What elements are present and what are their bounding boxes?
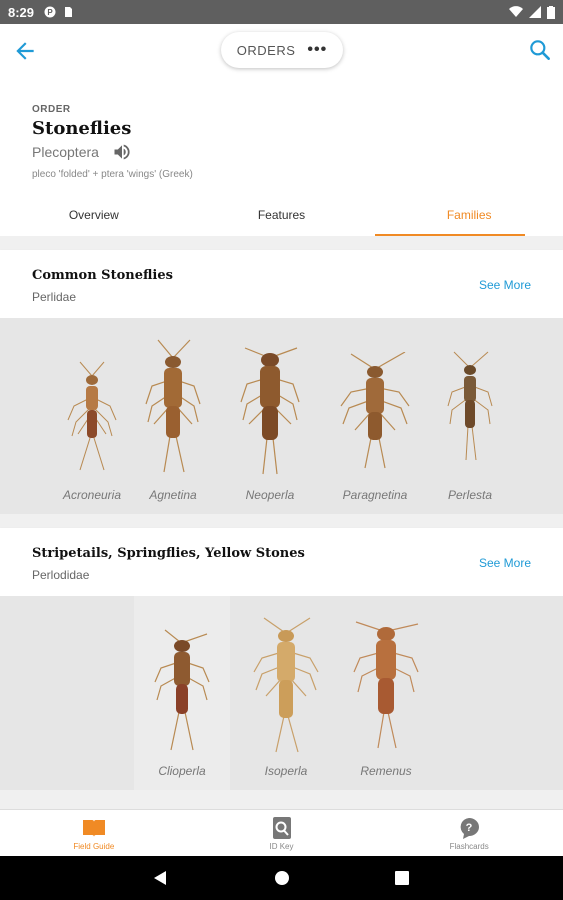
nav-label: Flashcards — [449, 842, 489, 851]
svg-text:?: ? — [466, 822, 473, 834]
status-bar: 8:29 P — [0, 0, 563, 24]
order-scientific-name: Plecoptera — [32, 144, 99, 160]
id-key-icon — [272, 817, 291, 839]
genus-card[interactable]: Remenus — [340, 596, 432, 790]
system-navigation-bar — [0, 856, 563, 900]
system-back-icon[interactable] — [152, 870, 168, 886]
tab-bar: Overview Features Families — [0, 194, 563, 236]
back-arrow-icon[interactable] — [12, 38, 38, 64]
system-recents-icon[interactable] — [394, 870, 410, 886]
nav-field-guide[interactable]: Field Guide — [0, 810, 188, 856]
genus-card[interactable]: Perlesta — [430, 318, 510, 514]
genus-card[interactable]: Neoperla — [228, 318, 312, 514]
genus-card[interactable]: Clioperla — [134, 596, 230, 790]
family-header-perlodidae[interactable]: Stripetails, Springflies, Yellow Stones … — [0, 528, 563, 596]
svg-text:P: P — [47, 8, 53, 17]
section-divider — [0, 514, 563, 528]
genus-name: Paragnetina — [342, 488, 408, 502]
genus-name: Clioperla — [158, 764, 206, 778]
see-more-button[interactable]: See More — [479, 278, 531, 292]
family-title: Common Stoneflies — [32, 268, 173, 283]
book-icon — [82, 820, 105, 837]
tab-families[interactable]: Families — [375, 194, 563, 236]
speaker-icon[interactable] — [112, 142, 132, 162]
genus-card[interactable]: Paragnetina — [330, 318, 420, 514]
genus-name: Remenus — [360, 764, 412, 778]
genus-name: Acroneuria — [62, 488, 122, 502]
nav-label: ID Key — [269, 842, 294, 851]
stonefly-image — [447, 351, 493, 461]
order-header: ORDER Stoneflies Plecoptera pleco 'folde… — [0, 78, 563, 236]
nav-flashcards[interactable]: ? Flashcards — [375, 810, 563, 856]
bottom-navigation: Field Guide ID Key ? Flashcards — [0, 809, 563, 856]
search-icon[interactable] — [527, 37, 553, 63]
more-dots-icon: ••• — [307, 41, 328, 58]
genus-card[interactable]: Isoperla — [238, 596, 334, 790]
section-divider — [0, 790, 563, 809]
genus-name: Neoperla — [245, 488, 295, 502]
app-bar: ORDERS ••• — [0, 24, 563, 78]
sd-card-icon — [65, 7, 73, 17]
nav-label: Field Guide — [73, 842, 115, 851]
order-label: ORDER — [32, 104, 71, 115]
family-scientific-name: Perlidae — [32, 290, 77, 304]
nav-id-key[interactable]: ID Key — [188, 810, 376, 856]
stonefly-image — [353, 621, 419, 749]
family-scientific-name: Perlodidae — [32, 568, 90, 582]
genera-gallery-perlidae: Acroneuria Agnetina Neoperla Paragnetina… — [0, 318, 563, 514]
tab-features[interactable]: Features — [188, 194, 376, 236]
order-title: Stoneflies — [32, 118, 132, 139]
genus-card[interactable]: Acroneuria — [52, 318, 132, 514]
question-bubble-icon: ? — [460, 818, 480, 839]
genus-card[interactable]: Agnetina — [133, 318, 213, 514]
family-title: Stripetails, Springflies, Yellow Stones — [32, 546, 305, 561]
signal-icon — [529, 6, 541, 18]
app-notification-icon: P — [44, 6, 56, 18]
wifi-icon — [509, 6, 523, 18]
battery-icon — [547, 5, 555, 19]
etymology-text: pleco 'folded' + ptera 'wings' (Greek) — [32, 169, 193, 180]
family-header-perlidae[interactable]: Common Stoneflies Perlidae See More — [0, 250, 563, 318]
stonefly-image — [340, 352, 410, 469]
stonefly-image — [253, 617, 319, 753]
stonefly-image — [67, 361, 117, 471]
genera-gallery-perlodidae: Clioperla Isoperla Remenus — [0, 596, 563, 790]
genus-name: Isoperla — [264, 764, 308, 778]
genus-name: Agnetina — [149, 488, 197, 502]
stonefly-image — [154, 629, 210, 751]
stonefly-image — [145, 339, 201, 473]
orders-label: ORDERS — [236, 42, 296, 58]
see-more-button[interactable]: See More — [479, 556, 531, 570]
system-home-icon[interactable] — [274, 870, 290, 886]
status-time: 8:29 — [8, 4, 35, 20]
genus-name: Perlesta — [447, 488, 493, 502]
orders-selector[interactable]: ORDERS ••• — [221, 32, 343, 68]
tab-overview[interactable]: Overview — [0, 194, 188, 236]
stonefly-image — [240, 347, 300, 475]
